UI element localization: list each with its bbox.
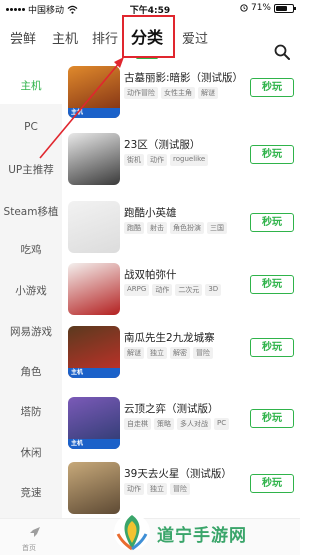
game-tag: 解密 [170,347,190,359]
instant-play-button[interactable]: 秒玩 [250,409,294,428]
game-tag: 街机 [124,154,144,166]
game-tag: 多人对战 [177,418,211,430]
game-tag: 策略 [154,418,174,430]
console-badge: 主机 [68,439,120,449]
sidebar-item-racing[interactable]: 竞速 [0,485,62,500]
sidebar-item-pc[interactable]: PC [0,121,62,133]
instant-play-button[interactable]: 秒玩 [250,78,294,97]
instant-play-button[interactable]: 秒玩 [250,213,294,232]
sidebar-item-casual[interactable]: 休闲 [0,445,62,460]
tab-loved[interactable]: 爱过 [182,28,208,47]
game-title[interactable]: 南瓜先生2九龙城寨 [124,330,215,345]
game-title[interactable]: 云顶之弈（测试版） [124,401,219,416]
tab-console[interactable]: 主机 [52,28,78,47]
game-row[interactable]: 主机 古墓丽影:暗影（测试版） 动作冒险 女性主角 解谜 秒玩 [64,66,300,128]
category-sidebar: 主机 PC UP主推荐 Steam移植 吃鸡 小游戏 网易游戏 角色 塔防 休闲… [0,68,62,518]
game-title[interactable]: 跑酷小英雄 [124,205,177,220]
game-title[interactable]: 39天去火星（测试版） [124,466,232,481]
console-badge: 主机 [68,108,120,118]
search-icon[interactable] [274,44,290,60]
sidebar-item-mini-games[interactable]: 小游戏 [0,283,62,298]
instant-play-button[interactable]: 秒玩 [250,474,294,493]
instant-play-button[interactable]: 秒玩 [250,338,294,357]
game-row[interactable]: 主机 南瓜先生2九龙城寨 解谜 独立 解密 冒险 秒玩 [64,326,300,388]
sidebar-item-console[interactable]: 主机 [0,68,62,104]
game-row[interactable]: 23区（测试服） 街机 动作 roguelike 秒玩 [64,133,300,195]
game-row[interactable]: 39天去火星（测试版） 动作 独立 冒险 秒玩 [64,462,300,524]
tab-try-new[interactable]: 尝鲜 [10,28,36,47]
game-thumbnail[interactable] [68,263,120,315]
battery-percent: 71% [250,3,271,13]
game-tag: 女性主角 [161,87,195,99]
sidebar-item-tower-defense[interactable]: 塔防 [0,404,62,419]
game-tag: 动作 [152,284,173,296]
sidebar-item-steam-port[interactable]: Steam移植 [0,204,62,219]
game-tag: 自走棋 [124,418,151,430]
game-title[interactable]: 古墓丽影:暗影（测试版） [124,70,243,85]
game-tag: 动作 [147,154,167,166]
alarm-icon [240,4,248,12]
game-thumbnail[interactable]: 主机 [68,397,120,449]
instant-play-button[interactable]: 秒玩 [250,275,294,294]
game-tag: ARPG [124,284,150,296]
game-thumbnail[interactable]: 主机 [68,326,120,378]
game-tags: 跑酷 射击 角色扮演 三国 [124,222,227,234]
watermark-logo-icon [114,514,150,551]
game-tag: 动作 [124,483,144,495]
sidebar-item-role[interactable]: 角色 [0,364,62,379]
game-tags: 动作冒险 女性主角 解谜 [124,87,218,99]
game-row[interactable]: 跑酷小英雄跑酷 射击 角色扮演 三国 秒玩 [64,201,300,263]
sidebar-item-battle-royale[interactable]: 吃鸡 [0,242,62,257]
rocket-home-icon[interactable] [27,524,43,540]
game-tags: 自走棋 策略 多人对战 PC [124,418,230,430]
game-tag: 解谜 [124,347,144,359]
game-tags: 街机 动作 roguelike [124,154,209,166]
game-row[interactable]: 主机 云顶之弈（测试版） 自走棋 策略 多人对战 PC 秒玩 [64,397,300,459]
game-title[interactable]: 战双帕弥什 [124,267,177,282]
game-tag: 角色扮演 [170,222,204,234]
sidebar-item-netease[interactable]: 网易游戏 [0,324,62,339]
game-tag: roguelike [170,154,209,166]
game-thumbnail[interactable] [68,201,120,253]
console-badge: 主机 [68,368,120,378]
tab-ranking[interactable]: 排行 [92,28,118,47]
game-tag: 冒险 [170,483,190,495]
game-thumbnail[interactable]: 主机 [68,66,120,118]
highlight-annotation-box [122,15,175,58]
game-title[interactable]: 23区（测试服） [124,137,200,152]
game-thumbnail[interactable] [68,133,120,185]
game-tag: 冒险 [193,347,213,359]
game-tags: ARPG 动作 二次元 3D [124,284,222,296]
game-tag: 独立 [147,347,167,359]
game-tag: 动作冒险 [124,87,158,99]
instant-play-button[interactable]: 秒玩 [250,145,294,164]
game-row[interactable]: 战双帕弥什 ARPG 动作 二次元 3D 秒玩 [64,263,300,325]
game-tag: 跑酷 [124,222,144,234]
game-tags: 动作 独立 冒险 [124,483,190,495]
game-tag: 3D [205,284,222,296]
game-tag: 解谜 [198,87,218,99]
watermark-text: 道宁手游网 [157,526,247,546]
game-tag: 三国 [207,222,227,234]
home-label[interactable]: 首页 [22,543,36,553]
game-tag: 二次元 [175,284,203,296]
game-tag: 射击 [147,222,167,234]
sidebar-item-up-recommend[interactable]: UP主推荐 [0,162,62,177]
battery-icon [274,3,296,13]
game-tag: PC [214,418,230,430]
game-tag: 独立 [147,483,167,495]
game-thumbnail[interactable] [68,462,120,514]
game-tags: 解谜 独立 解密 冒险 [124,347,213,359]
